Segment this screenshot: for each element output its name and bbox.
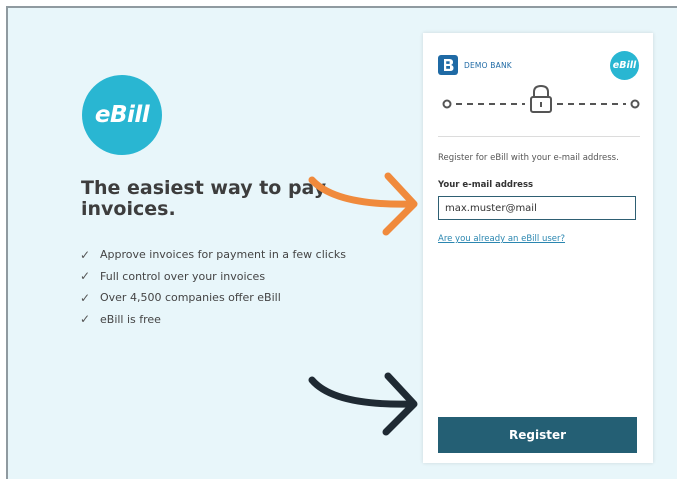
check-icon: ✓ bbox=[80, 312, 91, 327]
ebill-badge: eBill bbox=[610, 51, 639, 80]
feature-list: ✓ Approve invoices for payment in a few c… bbox=[80, 244, 346, 330]
lock-icon bbox=[530, 84, 552, 113]
feature-item: ✓ Over 4,500 companies offer eBill bbox=[80, 290, 281, 305]
progress-indicator bbox=[442, 84, 640, 113]
bank-name: DEMO BANK bbox=[464, 60, 512, 70]
ebill-logo: eBill bbox=[82, 75, 162, 155]
bank-logo-icon bbox=[438, 55, 458, 75]
bank-header: DEMO BANK bbox=[438, 55, 512, 75]
registration-card: DEMO BANK eBill Register for eBill with … bbox=[423, 33, 653, 463]
feature-item: ✓ Full control over your invoices bbox=[80, 269, 266, 284]
existing-user-link[interactable]: Are you already an eBill user? bbox=[438, 234, 565, 244]
check-icon: ✓ bbox=[80, 269, 91, 284]
page-background: eBill The easiest way to pay invoices. ✓… bbox=[6, 6, 677, 479]
dark-arrow-icon bbox=[308, 372, 418, 436]
intro-text: Register for eBill with your e-mail addr… bbox=[438, 153, 619, 163]
ebill-logo-text: eBill bbox=[94, 102, 150, 128]
orange-arrow-icon bbox=[308, 172, 418, 236]
register-button[interactable]: Register bbox=[438, 417, 637, 453]
check-icon: ✓ bbox=[80, 247, 91, 262]
email-input[interactable] bbox=[438, 196, 636, 220]
check-icon: ✓ bbox=[80, 290, 91, 305]
divider bbox=[438, 136, 640, 137]
page-headline: The easiest way to pay invoices. bbox=[81, 177, 327, 220]
feature-item: ✓ eBill is free bbox=[80, 312, 161, 327]
email-label: Your e-mail address bbox=[438, 180, 534, 190]
feature-item: ✓ Approve invoices for payment in a few c… bbox=[80, 247, 346, 262]
